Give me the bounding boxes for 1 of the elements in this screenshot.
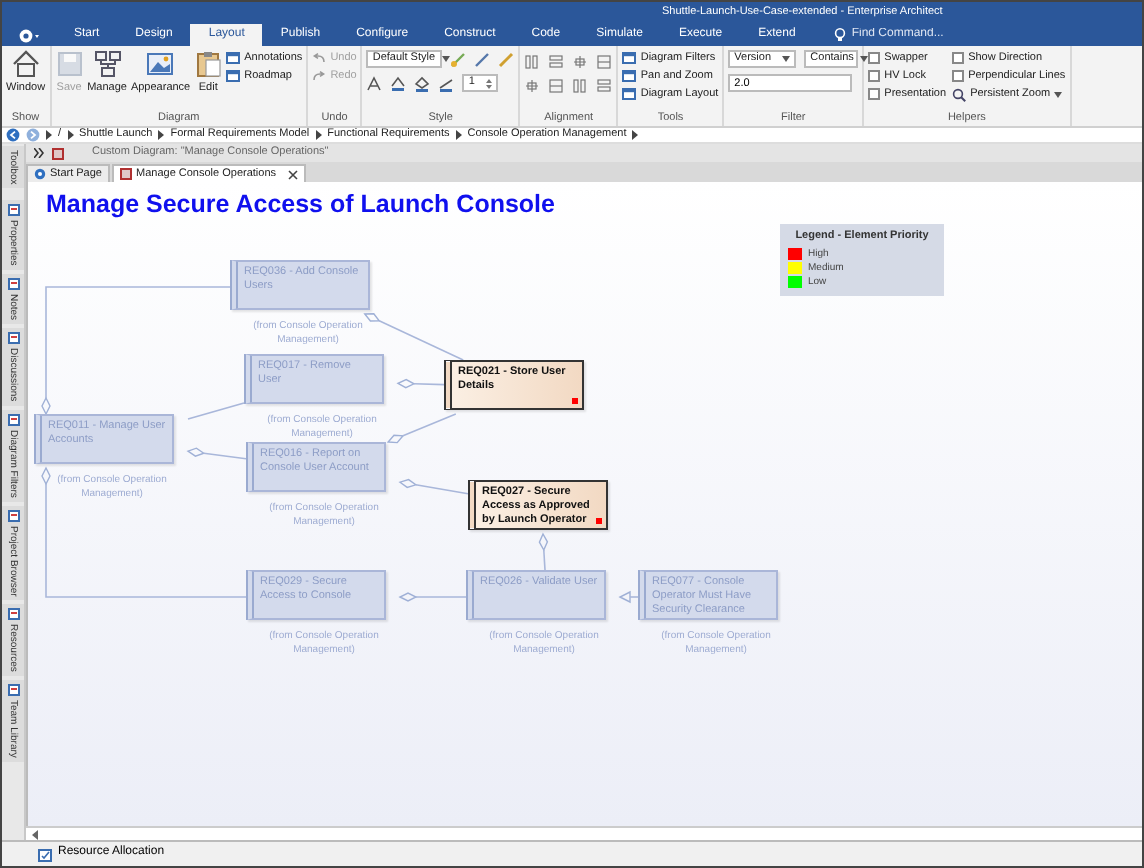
diagram-title: Manage Secure Access of Launch Console [46,190,555,220]
